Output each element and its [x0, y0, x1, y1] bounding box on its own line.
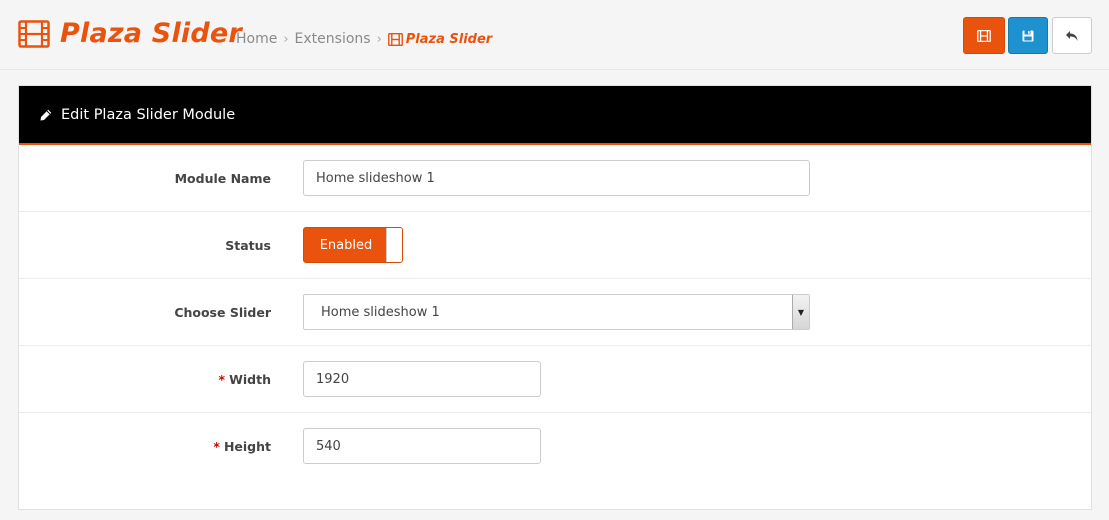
required-marker: *: [218, 372, 226, 387]
width-label: * Width: [219, 346, 271, 413]
film-icon: [977, 29, 991, 42]
choose-slider-label-text: Choose Slider: [174, 305, 271, 320]
reply-icon: [1066, 30, 1078, 41]
breadcrumb-extensions-link[interactable]: Extensions: [295, 31, 371, 47]
height-row: * Height 540: [19, 413, 1091, 480]
save-icon: [1022, 30, 1034, 41]
required-marker: *: [213, 439, 220, 454]
save-button[interactable]: [1008, 17, 1048, 54]
choose-slider-row: Choose Slider Home slideshow 1 ▼: [19, 279, 1091, 346]
pencil-icon: [40, 108, 52, 120]
height-label: * Height: [213, 413, 271, 480]
breadcrumb-current-label: Plaza Slider: [405, 31, 493, 47]
status-label: Status: [225, 212, 271, 279]
status-label-text: Status: [225, 238, 271, 253]
width-row: * Width 1920: [19, 346, 1091, 413]
breadcrumb-separator: ›: [283, 31, 289, 47]
status-toggle-knob[interactable]: [386, 228, 402, 262]
module-name-label: Module Name: [175, 145, 271, 212]
width-input[interactable]: 1920: [303, 361, 541, 397]
film-icon: [387, 32, 403, 46]
choose-slider-label: Choose Slider: [174, 279, 271, 346]
title-wrap: Plaza Slider: [18, 18, 242, 49]
breadcrumb-current[interactable]: Plaza Slider: [387, 31, 493, 47]
breadcrumb: Home › Extensions › Plaza Slider: [236, 31, 492, 47]
chevron-down-icon[interactable]: ▼: [792, 295, 809, 329]
status-toggle[interactable]: Enabled: [303, 227, 403, 263]
status-row: Status Enabled: [19, 212, 1091, 279]
choose-slider-select[interactable]: Home slideshow 1 ▼: [303, 294, 810, 330]
width-label-text: Width: [229, 372, 271, 387]
back-button[interactable]: [1052, 17, 1092, 54]
module-name-label-text: Module Name: [174, 171, 271, 186]
choose-slider-selected-value: Home slideshow 1: [321, 304, 440, 320]
panel-heading: Edit Plaza Slider Module: [19, 86, 1091, 145]
height-input[interactable]: 540: [303, 428, 541, 464]
page-title: Plaza Slider: [60, 18, 242, 49]
height-label-text: Height: [223, 439, 271, 454]
panel-title: Edit Plaza Slider Module: [61, 106, 236, 123]
slider-manager-button[interactable]: [963, 17, 1005, 54]
breadcrumb-home-link[interactable]: Home: [236, 31, 277, 47]
film-icon: [18, 19, 50, 49]
page-header: Plaza Slider Home › Extensions › Plaza S…: [0, 0, 1109, 70]
module-name-input[interactable]: Home slideshow 1: [303, 160, 810, 196]
status-toggle-label: Enabled: [319, 237, 373, 253]
edit-module-panel: Edit Plaza Slider Module Module Name Hom…: [18, 85, 1092, 510]
breadcrumb-separator: ›: [376, 31, 382, 47]
module-name-row: Module Name Home slideshow 1: [19, 145, 1091, 212]
